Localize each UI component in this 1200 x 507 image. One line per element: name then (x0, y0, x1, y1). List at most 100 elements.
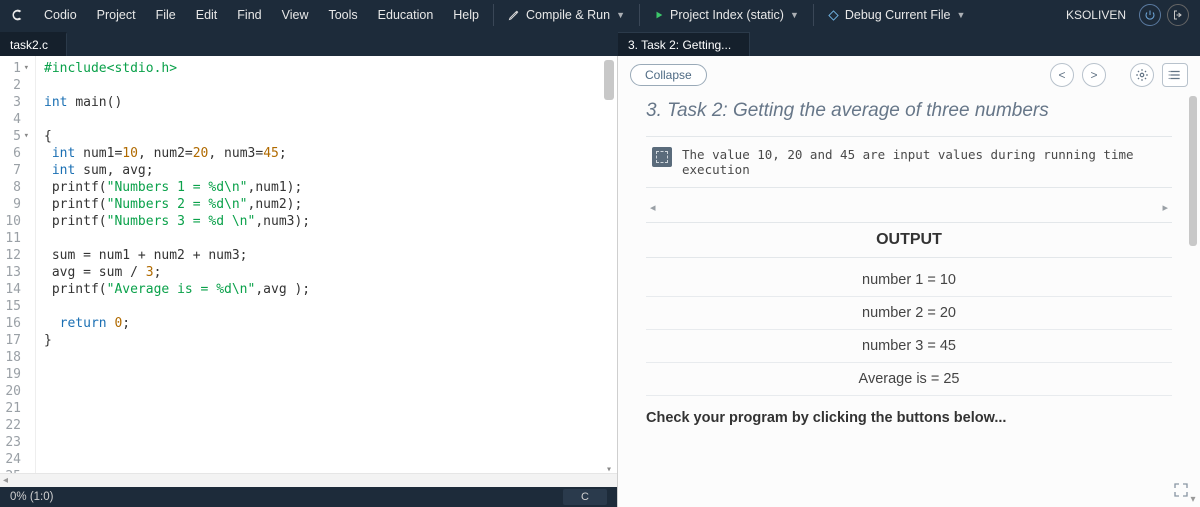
guide-pane: Collapse < > 3. Task 2: Getting the aver… (618, 56, 1200, 507)
code-line[interactable] (44, 298, 609, 315)
code-line[interactable] (44, 366, 609, 383)
menu-bar: CodioProjectFileEditFindViewToolsEducati… (0, 0, 1200, 30)
code-line[interactable]: printf("Average is = %d\n",avg ); (44, 281, 609, 298)
scroll-thumb[interactable] (604, 60, 614, 100)
menu-education[interactable]: Education (368, 0, 444, 30)
project-index-button[interactable]: Project Index (static) ▼ (644, 0, 809, 30)
scroll-down-icon[interactable]: ▾ (1188, 494, 1198, 505)
guide-title: 3. Task 2: Getting the average of three … (646, 100, 1172, 122)
guide-content: 3. Task 2: Getting the average of three … (618, 94, 1200, 507)
note-horizontal-scroll[interactable]: ◂▸ (646, 198, 1172, 216)
line-number: 16 (0, 315, 29, 332)
code-line[interactable]: int main() (44, 94, 609, 111)
code-line[interactable]: { (44, 128, 609, 145)
code-line[interactable] (44, 383, 609, 400)
menu-find[interactable]: Find (227, 0, 271, 30)
guide-toolbar: Collapse < > (618, 56, 1200, 94)
debug-label: Debug Current File (845, 8, 951, 22)
code-line[interactable] (44, 417, 609, 434)
code-editor[interactable]: 1234567891011121314151617181920212223242… (0, 56, 617, 473)
line-number: 7 (0, 162, 29, 179)
guide-toc-button[interactable] (1162, 63, 1188, 87)
menu-separator (813, 4, 814, 26)
compile-run-button[interactable]: Compile & Run ▼ (498, 0, 635, 30)
diamond-icon (828, 10, 839, 21)
code-line[interactable] (44, 451, 609, 468)
code-line[interactable] (44, 434, 609, 451)
menu-file[interactable]: File (146, 0, 186, 30)
line-number: 24 (0, 451, 29, 468)
caret-down-icon: ▼ (956, 10, 965, 20)
line-number: 12 (0, 247, 29, 264)
line-number: 21 (0, 400, 29, 417)
code-area[interactable]: #include<stdio.h> int main() { int num1=10… (36, 56, 617, 473)
menu-project[interactable]: Project (87, 0, 146, 30)
menu-edit[interactable]: Edit (186, 0, 228, 30)
guide-tab-label: 3. Task 2: Getting... (628, 38, 731, 52)
code-line[interactable]: avg = sum / 3; (44, 264, 609, 281)
line-number: 19 (0, 366, 29, 383)
code-line[interactable] (44, 230, 609, 247)
power-button[interactable] (1139, 4, 1161, 26)
output-line: number 1 = 10 (646, 264, 1172, 297)
line-number: 6 (0, 145, 29, 162)
menu-separator (493, 4, 494, 26)
editor-vertical-scrollbar[interactable]: ▴ ▾ (603, 60, 615, 469)
line-number: 2 (0, 77, 29, 94)
tab-strip: task2.c 3. Task 2: Getting... (0, 30, 1200, 56)
code-line[interactable]: } (44, 332, 609, 349)
scroll-thumb[interactable] (1189, 96, 1197, 246)
guide-note: The value 10, 20 and 45 are input values… (646, 136, 1172, 188)
line-number: 14 (0, 281, 29, 298)
code-line[interactable]: int sum, avg; (44, 162, 609, 179)
line-number: 3 (0, 94, 29, 111)
guide-next-button[interactable]: > (1082, 63, 1106, 87)
output-line: Average is = 25 (646, 363, 1172, 396)
scroll-left-icon[interactable]: ◂ (3, 475, 8, 486)
output-heading: OUTPUT (646, 222, 1172, 258)
user-name: KSOLIVEN (1056, 8, 1136, 22)
menu-help[interactable]: Help (443, 0, 489, 30)
guide-prev-button[interactable]: < (1050, 63, 1074, 87)
code-line[interactable]: printf("Numbers 2 = %d\n",num2); (44, 196, 609, 213)
code-line[interactable]: printf("Numbers 3 = %d \n",num3); (44, 213, 609, 230)
language-selector[interactable]: C (563, 489, 607, 505)
line-number: 11 (0, 230, 29, 247)
code-line[interactable]: sum = num1 + num2 + num3; (44, 247, 609, 264)
play-icon (654, 10, 664, 20)
menu-separator (639, 4, 640, 26)
caret-down-icon: ▼ (790, 10, 799, 20)
editor-tab-label: task2.c (10, 38, 48, 52)
line-number: 17 (0, 332, 29, 349)
guide-settings-button[interactable] (1130, 63, 1154, 87)
exit-button[interactable] (1167, 4, 1189, 26)
line-number: 4 (0, 111, 29, 128)
editor-horizontal-scrollbar[interactable]: ◂ (0, 473, 617, 487)
code-line[interactable] (44, 349, 609, 366)
code-line[interactable] (44, 400, 609, 417)
editor-tab[interactable]: task2.c (0, 32, 67, 56)
collapse-button[interactable]: Collapse (630, 64, 707, 86)
project-index-label: Project Index (static) (670, 8, 784, 22)
menu-codio[interactable]: Codio (34, 0, 87, 30)
code-line[interactable]: #include<stdio.h> (44, 60, 609, 77)
scroll-down-icon[interactable]: ▾ (604, 461, 614, 471)
guide-vertical-scrollbar[interactable]: ▴ ▾ (1186, 96, 1198, 503)
guide-tab[interactable]: 3. Task 2: Getting... (618, 32, 750, 56)
menu-view[interactable]: View (272, 0, 319, 30)
code-line[interactable]: return 0; (44, 315, 609, 332)
line-number-gutter: 1234567891011121314151617181920212223242… (0, 56, 36, 473)
output-line: number 3 = 45 (646, 330, 1172, 363)
code-line[interactable]: int num1=10, num2=20, num3=45; (44, 145, 609, 162)
compile-run-label: Compile & Run (526, 8, 610, 22)
cursor-position: 0% (1:0) (10, 491, 53, 503)
line-number: 18 (0, 349, 29, 366)
code-line[interactable]: printf("Numbers 1 = %d\n",num1); (44, 179, 609, 196)
line-number: 5 (0, 128, 29, 145)
code-line[interactable] (44, 111, 609, 128)
code-line[interactable] (44, 77, 609, 94)
menu-tools[interactable]: Tools (318, 0, 367, 30)
debug-button[interactable]: Debug Current File ▼ (818, 0, 976, 30)
line-number: 9 (0, 196, 29, 213)
check-instruction: Check your program by clicking the butto… (646, 410, 1172, 426)
